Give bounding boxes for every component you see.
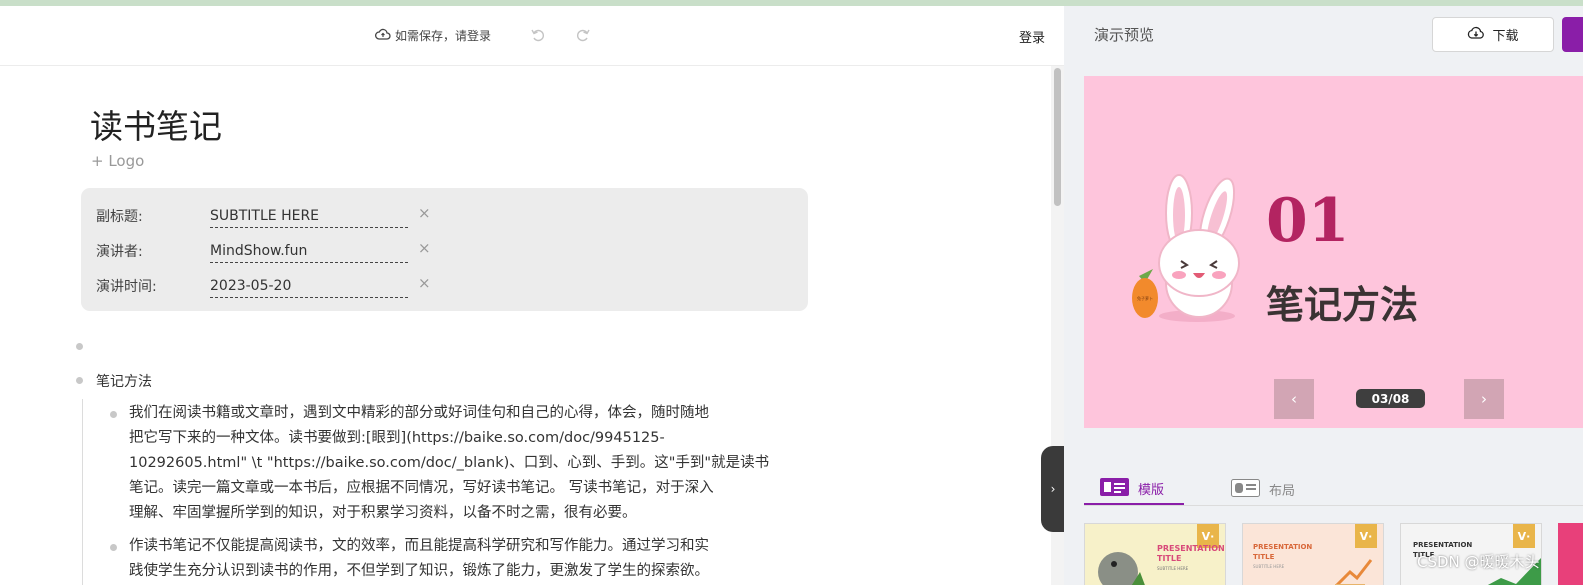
paragraph-line: 把它写下来的一种文体。读书要做到:[眼到](https://baike.so.c…: [129, 430, 665, 446]
slide-section-heading: 笔记方法: [1266, 282, 1419, 327]
subtitle-input[interactable]: [210, 204, 408, 228]
slide-section-number: 01: [1266, 186, 1350, 256]
heading-bullet[interactable]: [76, 377, 83, 384]
preview-pane: 演示预览 下载 兔子萝卜 01 笔记方法 ‹ 03/08 › 模版 布局 V· …: [1064, 6, 1583, 585]
login-button[interactable]: 登录: [1019, 27, 1045, 46]
editor-toolbar: 如需保存，请登录 登录: [0, 6, 1064, 66]
subtitle-row: 副标题: ×: [96, 204, 796, 228]
date-label: 演讲时间:: [96, 279, 157, 295]
metadata-panel: 副标题: × 演讲者: × 演讲时间: ×: [81, 188, 808, 311]
paragraph-bullet[interactable]: [110, 544, 117, 551]
paragraph-1[interactable]: 我们在阅读书籍或文章时，遇到文中精彩的部分或好词佳句和自己的心得，体会，随时随地…: [129, 401, 774, 526]
tab-template[interactable]: 模版: [1084, 474, 1184, 505]
arrow-illustration: [1325, 554, 1375, 585]
clear-subtitle-icon[interactable]: ×: [418, 204, 431, 222]
chevron-right-icon: ›: [1050, 482, 1056, 496]
next-slide-button[interactable]: ›: [1464, 379, 1504, 419]
date-row: 演讲时间: ×: [96, 274, 796, 298]
scrollbar-thumb[interactable]: [1054, 68, 1061, 206]
paragraph-line: 我们在阅读书籍或文章时，遇到文中精彩的部分或好词佳句和自己的心得，体会，随时随地: [129, 405, 709, 421]
chevron-left-icon: ‹: [1291, 390, 1297, 408]
outline-heading[interactable]: 笔记方法: [96, 371, 152, 391]
empty-bullet[interactable]: [76, 343, 83, 350]
paragraph-line: 作读书笔记不仅能提高阅读书，文的效率，而且能提高科学研究和写作能力。通过学习和实: [129, 538, 709, 554]
clear-date-icon[interactable]: ×: [418, 274, 431, 292]
speaker-input[interactable]: [210, 239, 408, 263]
speaker-row: 演讲者: ×: [96, 239, 796, 263]
template-thumbnail[interactable]: V· PRESENTATION TITLE SUBTITLE HERE: [1084, 523, 1226, 585]
dinosaur-illustration: [1090, 538, 1150, 585]
thumbnail-subtitle: SUBTITLE HERE: [1253, 564, 1285, 569]
subtitle-label: 副标题:: [96, 209, 143, 225]
thumbnail-title: PRESENTATION TITLE: [1253, 543, 1313, 561]
collapse-preview-button[interactable]: ›: [1041, 446, 1065, 532]
download-label: 下载: [1492, 29, 1519, 44]
thumbnail-subtitle: SUBTITLE HERE: [1157, 566, 1189, 571]
cloud-upload-icon: [375, 28, 391, 43]
template-thumbnail[interactable]: V· PRESENTATION TITLE SUBTITLE HERE: [1242, 523, 1384, 585]
template-badge: V·: [1513, 524, 1535, 548]
paragraph-2[interactable]: 作读书笔记不仅能提高阅读书，文的效率，而且能提高科学研究和写作能力。通过学习和实…: [129, 534, 774, 584]
paragraph-line: 10292605.html" \t "https://baike.so.com/…: [129, 455, 770, 471]
download-button[interactable]: 下载: [1432, 17, 1554, 52]
tab-template-label: 模版: [1138, 483, 1165, 498]
redo-icon[interactable]: [575, 27, 591, 47]
preview-tabs: 模版 布局: [1084, 474, 1583, 506]
add-logo-button[interactable]: + Logo: [91, 152, 144, 170]
paragraph-line: 理解、牢固掌握所学到的知识，对于积累学习资料，以备不时之需，很有必要。: [129, 505, 637, 521]
bunny-illustration: 兔子萝卜: [1119, 171, 1259, 335]
clear-speaker-icon[interactable]: ×: [418, 239, 431, 257]
layout-icon: [1231, 478, 1260, 501]
editor-pane: 如需保存，请登录 登录 读书笔记 + Logo 副标题: × 演讲者: × 演讲…: [0, 6, 1064, 585]
template-badge: V·: [1355, 524, 1377, 548]
prev-slide-button[interactable]: ‹: [1274, 379, 1314, 419]
save-hint-link[interactable]: 如需保存，请登录: [375, 27, 491, 44]
save-hint-text: 如需保存，请登录: [395, 29, 492, 43]
date-input[interactable]: [210, 274, 408, 298]
paragraph-bullet[interactable]: [110, 411, 117, 418]
template-thumbnail[interactable]: [1558, 523, 1583, 585]
carrot-label: 兔子萝卜: [1137, 295, 1153, 301]
slide-preview: 兔子萝卜 01 笔记方法 ‹ 03/08 ›: [1084, 76, 1583, 428]
tab-layout[interactable]: 布局: [1231, 474, 1295, 505]
chevron-right-icon: ›: [1481, 390, 1487, 408]
speaker-label: 演讲者:: [96, 244, 143, 260]
csdn-watermark: CSDN @暖暖木头: [1417, 553, 1540, 571]
page-indicator: 03/08: [1356, 389, 1425, 408]
undo-icon[interactable]: [530, 27, 546, 47]
document-title[interactable]: 读书笔记: [90, 100, 222, 148]
thumbnail-title: PRESENTATION TITLE: [1157, 544, 1225, 563]
tab-layout-label: 布局: [1269, 484, 1296, 499]
share-button[interactable]: [1562, 17, 1583, 52]
template-icon: [1100, 477, 1129, 500]
cloud-download-icon: [1467, 26, 1485, 44]
preview-title: 演示预览: [1094, 26, 1155, 44]
paragraph-line: 笔记。读完一篇文章或一本书后，应根据不同情况，写好读书笔记。 写读书笔记，对于深…: [129, 480, 714, 496]
paragraph-line: 践使学生充分认识到读书的作用，不但学到了知识，锻炼了能力，更激发了学生的探索欲。: [129, 563, 709, 579]
outline-guide-line: [82, 399, 83, 585]
